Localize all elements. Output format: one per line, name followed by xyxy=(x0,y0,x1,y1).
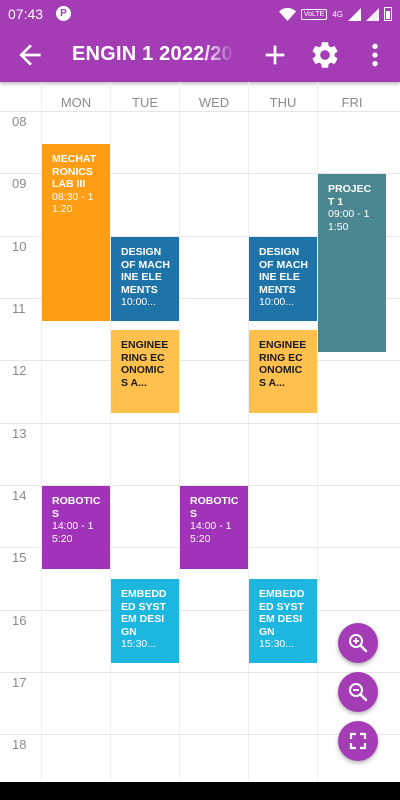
battery-icon xyxy=(384,7,392,21)
event-engineering-economics-tue[interactable]: ENGINEERING ECONOMICS A... xyxy=(111,330,179,413)
event-title: ROBOTICS xyxy=(52,495,101,520)
page-title: ENGIN 1 2022/2023 xyxy=(72,43,235,65)
fullscreen-button[interactable] xyxy=(338,721,378,761)
event-time: 14:00 - 15:20 xyxy=(190,520,232,545)
event-mechatronics-lab[interactable]: MECHATRONICS LAB III 08:30 - 11:20 xyxy=(42,144,110,321)
hour-label: 15 xyxy=(12,550,27,565)
hour-line xyxy=(0,111,400,112)
volte-badge: VoLTE xyxy=(300,8,328,20)
event-time: 14:00 - 15:20 xyxy=(52,520,94,545)
event-embedded-system-design-thu[interactable]: EMBEDDED SYSTEM DESIGN 15:30... xyxy=(249,579,317,663)
hour-label: 10 xyxy=(12,239,27,254)
hour-label: 18 xyxy=(12,737,27,752)
day-label-wed: WED xyxy=(198,95,230,110)
day-label-thu: THU xyxy=(269,95,297,110)
hour-label: 11 xyxy=(12,301,26,316)
event-title: EMBEDDED SYSTEM DESIGN xyxy=(259,588,305,638)
hour-line xyxy=(0,423,400,424)
event-time: 10:00... xyxy=(121,296,157,308)
event-time: 08:30 - 11:20 xyxy=(52,190,94,216)
network-type: 4G xyxy=(332,9,343,19)
event-design-machine-elements-tue[interactable]: DESIGN OF MACHINE ELEMENTS 10:00... xyxy=(111,237,179,321)
day-label-tue: TUE xyxy=(132,95,158,110)
event-robotics-wed[interactable]: ROBOTICS 14:00 - 15:20 xyxy=(180,486,248,569)
zoom-out-icon xyxy=(349,683,368,702)
event-time: 10:00... xyxy=(259,296,295,308)
column-divider xyxy=(179,82,180,782)
day-header: MON TUE WED THU FRI xyxy=(0,82,400,112)
more-vert-icon[interactable] xyxy=(359,39,391,71)
day-label-mon: MON xyxy=(60,95,92,110)
event-project-1[interactable]: PROJECT 1 09:00 - 11:50 xyxy=(318,174,386,352)
hour-label: 12 xyxy=(12,363,27,378)
event-time: 09:00 - 11:50 xyxy=(328,208,370,233)
wifi-icon xyxy=(278,7,296,21)
day-label-fri: FRI xyxy=(341,95,363,110)
hour-label: 14 xyxy=(12,488,27,503)
event-time: 15:30... xyxy=(259,638,295,650)
hour-label: 13 xyxy=(12,426,27,441)
event-title: PROJECT 1 xyxy=(328,183,372,208)
settings-gear-icon[interactable] xyxy=(309,39,341,71)
fullscreen-icon xyxy=(349,732,367,750)
system-nav-bar xyxy=(0,782,400,800)
column-divider xyxy=(110,82,111,782)
event-title: DESIGN OF MACHINE ELEMENTS xyxy=(259,246,308,296)
app-bar: ENGIN 1 2022/2023 xyxy=(0,28,400,82)
event-title: ENGINEERING ECONOMICS A... xyxy=(259,339,307,389)
event-design-machine-elements-thu[interactable]: DESIGN OF MACHINE ELEMENTS 10:00... xyxy=(249,237,317,321)
status-time: 07:43 xyxy=(8,6,44,22)
hour-line xyxy=(0,610,400,611)
hour-label: 09 xyxy=(12,176,27,191)
status-bar: 07:43 P VoLTE 4G xyxy=(0,0,400,28)
event-robotics-mon[interactable]: ROBOTICS 14:00 - 15:20 xyxy=(42,486,110,569)
hour-label: 16 xyxy=(12,613,27,628)
event-title: EMBEDDED SYSTEM DESIGN xyxy=(121,588,167,638)
zoom-in-button[interactable] xyxy=(338,623,378,663)
zoom-out-button[interactable] xyxy=(338,672,378,712)
hour-label: 08 xyxy=(12,114,27,129)
event-title: DESIGN OF MACHINE ELEMENTS xyxy=(121,246,170,296)
zoom-in-icon xyxy=(349,634,368,653)
add-icon[interactable] xyxy=(259,39,291,71)
hour-line xyxy=(0,672,400,673)
event-engineering-economics-thu[interactable]: ENGINEERING ECONOMICS A... xyxy=(249,330,317,413)
back-arrow-icon[interactable] xyxy=(14,39,46,71)
event-embedded-system-design-tue[interactable]: EMBEDDED SYSTEM DESIGN 15:30... xyxy=(111,579,179,663)
hour-label: 17 xyxy=(12,675,27,690)
hour-line xyxy=(0,360,400,361)
event-time: 15:30... xyxy=(121,638,157,650)
column-divider xyxy=(248,82,249,782)
event-title: MECHATRONICS LAB III xyxy=(52,153,97,190)
event-title: ROBOTICS xyxy=(190,495,239,520)
signal-icon xyxy=(348,7,361,21)
signal-2-icon xyxy=(366,7,379,21)
event-title: ENGINEERING ECONOMICS A... xyxy=(121,339,169,389)
app-notification-icon: P xyxy=(56,6,71,21)
